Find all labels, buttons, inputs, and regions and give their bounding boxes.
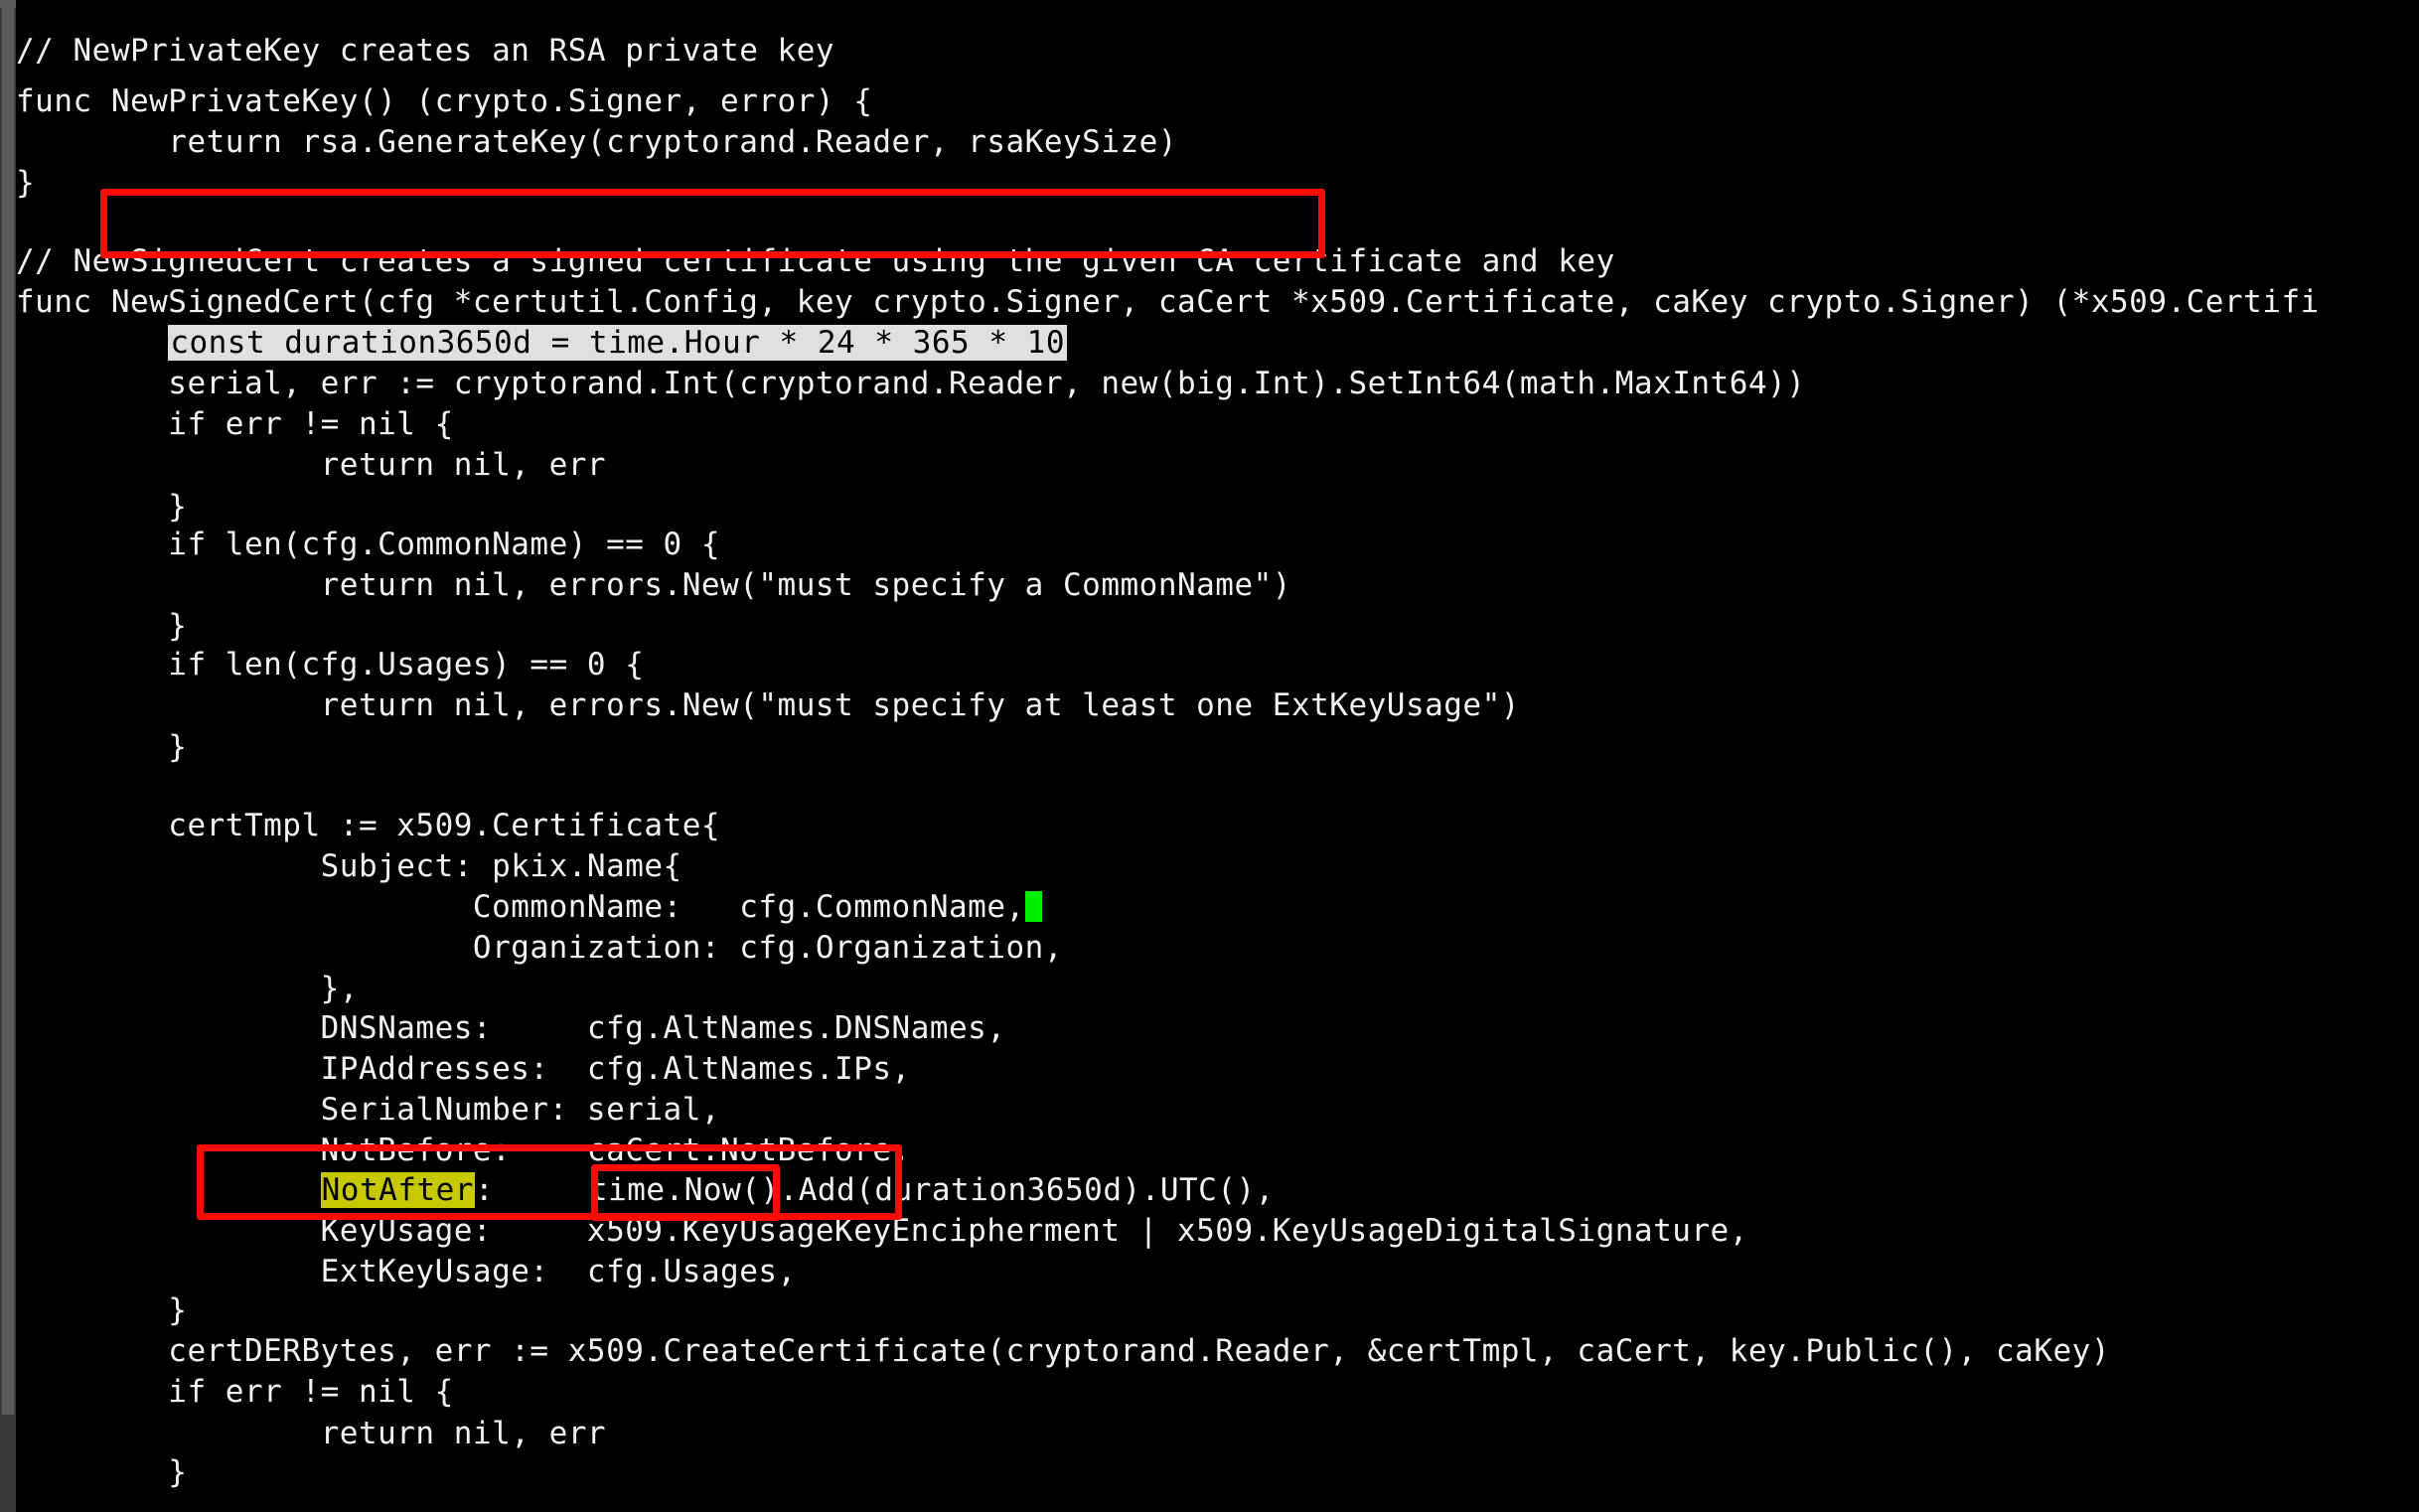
inserted-const-line-text: const duration3650d = time.Hour * 24 * 3… [168, 325, 1068, 361]
code-line: if len(cfg.Usages) == 0 { [16, 647, 645, 682]
notafter-value-text: : time.Now().Add(duration3650d).UTC(), [474, 1172, 1275, 1208]
code-line: return nil, errors.New("must specify a C… [16, 567, 1291, 603]
code-line: // NewSignedCert creates a signed certif… [16, 243, 1615, 279]
code-line: DNSNames: cfg.AltNames.DNSNames, [16, 1010, 1006, 1046]
code-line: } [16, 1454, 188, 1490]
code-line: } [16, 165, 36, 201]
code-line: if err != nil { [16, 1374, 454, 1410]
code-terminal-window: // NewPrivateKey creates an RSA private … [0, 0, 2419, 1512]
code-line: IPAddresses: cfg.AltNames.IPs, [16, 1051, 911, 1087]
code-line: ExtKeyUsage: cfg.Usages, [16, 1254, 797, 1289]
code-line-text: CommonName: cfg.CommonName, [16, 889, 1025, 925]
code-line: NotBefore: caCert.NotBefore, [16, 1133, 911, 1168]
code-line: certDERBytes, err := x509.CreateCertific… [16, 1333, 2110, 1369]
code-line: func NewSignedCert(cfg *certutil.Config,… [16, 284, 2320, 320]
vertical-scrollbar-track[interactable] [0, 0, 16, 1512]
code-line: if len(cfg.CommonName) == 0 { [16, 527, 721, 562]
code-line: if err != nil { [16, 406, 454, 442]
code-line: } [16, 608, 188, 644]
code-line: }, [16, 971, 359, 1006]
code-line: return nil, errors.New("must specify at … [16, 687, 1520, 723]
code-line: return nil, err [16, 1416, 607, 1451]
code-line-with-cursor: CommonName: cfg.CommonName, [16, 886, 1042, 928]
code-line-notafter: NotAfter: time.Now().Add(duration3650d).… [16, 1169, 1275, 1211]
code-line: certTmpl := x509.Certificate{ [16, 808, 721, 843]
code-line: } [16, 729, 188, 765]
code-line: return nil, err [16, 447, 607, 483]
code-editor-surface[interactable]: // NewPrivateKey creates an RSA private … [16, 0, 2419, 1512]
code-line: SerialNumber: serial, [16, 1092, 721, 1128]
vertical-scrollbar-thumb[interactable] [2, 0, 14, 1415]
code-line: } [16, 489, 188, 525]
code-line: Subject: pkix.Name{ [16, 848, 682, 884]
code-line: // NewPrivateKey creates an RSA private … [16, 33, 835, 69]
code-line: return rsa.GenerateKey(cryptorand.Reader… [16, 124, 1177, 160]
text-cursor [1024, 891, 1042, 922]
code-line: func NewPrivateKey() (crypto.Signer, err… [16, 83, 873, 119]
code-line: KeyUsage: x509.KeyUsageKeyEncipherment |… [16, 1213, 1748, 1249]
notafter-token: NotAfter [320, 1172, 475, 1208]
code-line: } [16, 1292, 188, 1328]
code-line: Organization: cfg.Organization, [16, 930, 1063, 966]
code-line: serial, err := cryptorand.Int(cryptorand… [16, 366, 1806, 401]
code-line-highlighted: const duration3650d = time.Hour * 24 * 3… [16, 322, 1068, 364]
